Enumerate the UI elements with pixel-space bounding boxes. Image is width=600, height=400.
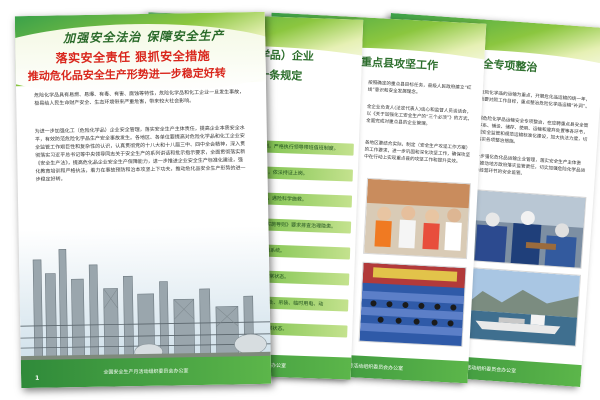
rule-text: 合格，依法持证上岗。: [257, 169, 308, 178]
panel3-para-2: 全企业负责人(法定代表人)谈心和监督人员谈话会，以《关于加强化工安全生产的“三个…: [365, 104, 473, 128]
panel3-para-3: 各地区要结合实际，制定（安全生产攻坚工作方案）的工作要求，进一步巩固和深化攻坚工…: [363, 140, 471, 165]
rule-text: 任制，严格执行领导带班值班制度。: [258, 143, 339, 153]
rule-bar: 任制，严格执行领导带班值班制度。: [255, 140, 354, 156]
rule-bar: 管理，遇险科学施救。: [253, 192, 353, 208]
page-number: 1: [35, 374, 40, 382]
inspection-photo: [463, 188, 587, 269]
team-meeting-photo: [363, 177, 471, 260]
rule-text: 管理，遇险科学施救。: [256, 195, 308, 204]
conference-hall-photo: [358, 261, 467, 348]
rule-bar: 合格，依法持证上岗。: [254, 166, 353, 182]
panel4-para-2: 开展危险化学品运输安全专项整治，在应聘重点县安全管理体系、铺设、储存、使用、运输…: [472, 115, 589, 146]
brochure-stage: 安全专项整治 以危险化学品的运输为重点，开展危化品运输的统一年，各地要对照工作目…: [0, 0, 600, 400]
refinery-photo: [18, 225, 271, 367]
brochure-panel-1: 加强安全法治 保障安全生产 落实安全责任 狠抓安全措施 推动危化品安全生产形势进…: [14, 11, 272, 389]
tanker-ship-photo: [458, 266, 582, 347]
panel4-para-3: 进一步强化危化品运输企业管理，落实安全生产主体责任，推动地方政府落实监管责任，切…: [469, 153, 586, 177]
main-title-line-1: 落实安全责任 狠抓安全措施: [55, 48, 211, 66]
slogan: 加强安全法治 保障安全生产: [63, 28, 225, 46]
body-paragraph: 为进一步加强化工（危险化学品）企业安全管理，落实安全生产主体责任，提高企业本质安…: [34, 125, 246, 183]
panel1-footer: 全国安全生产月活动组织委员会办公室: [20, 355, 272, 389]
panel2-heading-line-1: 学品）企业: [258, 48, 315, 64]
intro-paragraph: 危险化学品具有易燃、易爆、有毒、有害、腐蚀等特性，危险化学品和化工企业一旦发生事…: [34, 89, 245, 107]
